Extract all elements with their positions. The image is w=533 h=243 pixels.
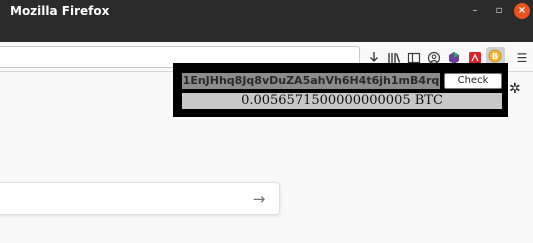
window-titlebar: Mozilla Firefox – ▫ × [0,0,533,42]
minimize-button[interactable]: – [467,3,483,19]
close-button[interactable]: × [514,3,530,19]
maximize-button[interactable]: ▫ [491,3,507,19]
bitcoin-balance-popup: 1EnJHhq8Jq8vDuZA5ahVh6H4t6jh1mB4rq Check… [173,63,508,117]
bitcoin-extension-icon: B [487,48,503,64]
svg-text:B: B [492,52,498,61]
gear-icon[interactable]: ✲ [509,81,521,97]
bitcoin-address-input[interactable]: 1EnJHhq8Jq8vDuZA5ahVh6H4t6jh1mB4rq [182,73,440,89]
popup-content: 1EnJHhq8Jq8vDuZA5ahVh6H4t6jh1mB4rq Check… [179,68,504,114]
search-box[interactable]: → [0,182,280,215]
check-button[interactable]: Check [444,73,502,89]
window-title: Mozilla Firefox [10,4,110,18]
balance-display: 0.0056571500000000005 BTC [182,93,502,109]
arrow-right-icon[interactable]: → [250,190,268,208]
menu-icon[interactable]: ☰ [514,50,530,66]
